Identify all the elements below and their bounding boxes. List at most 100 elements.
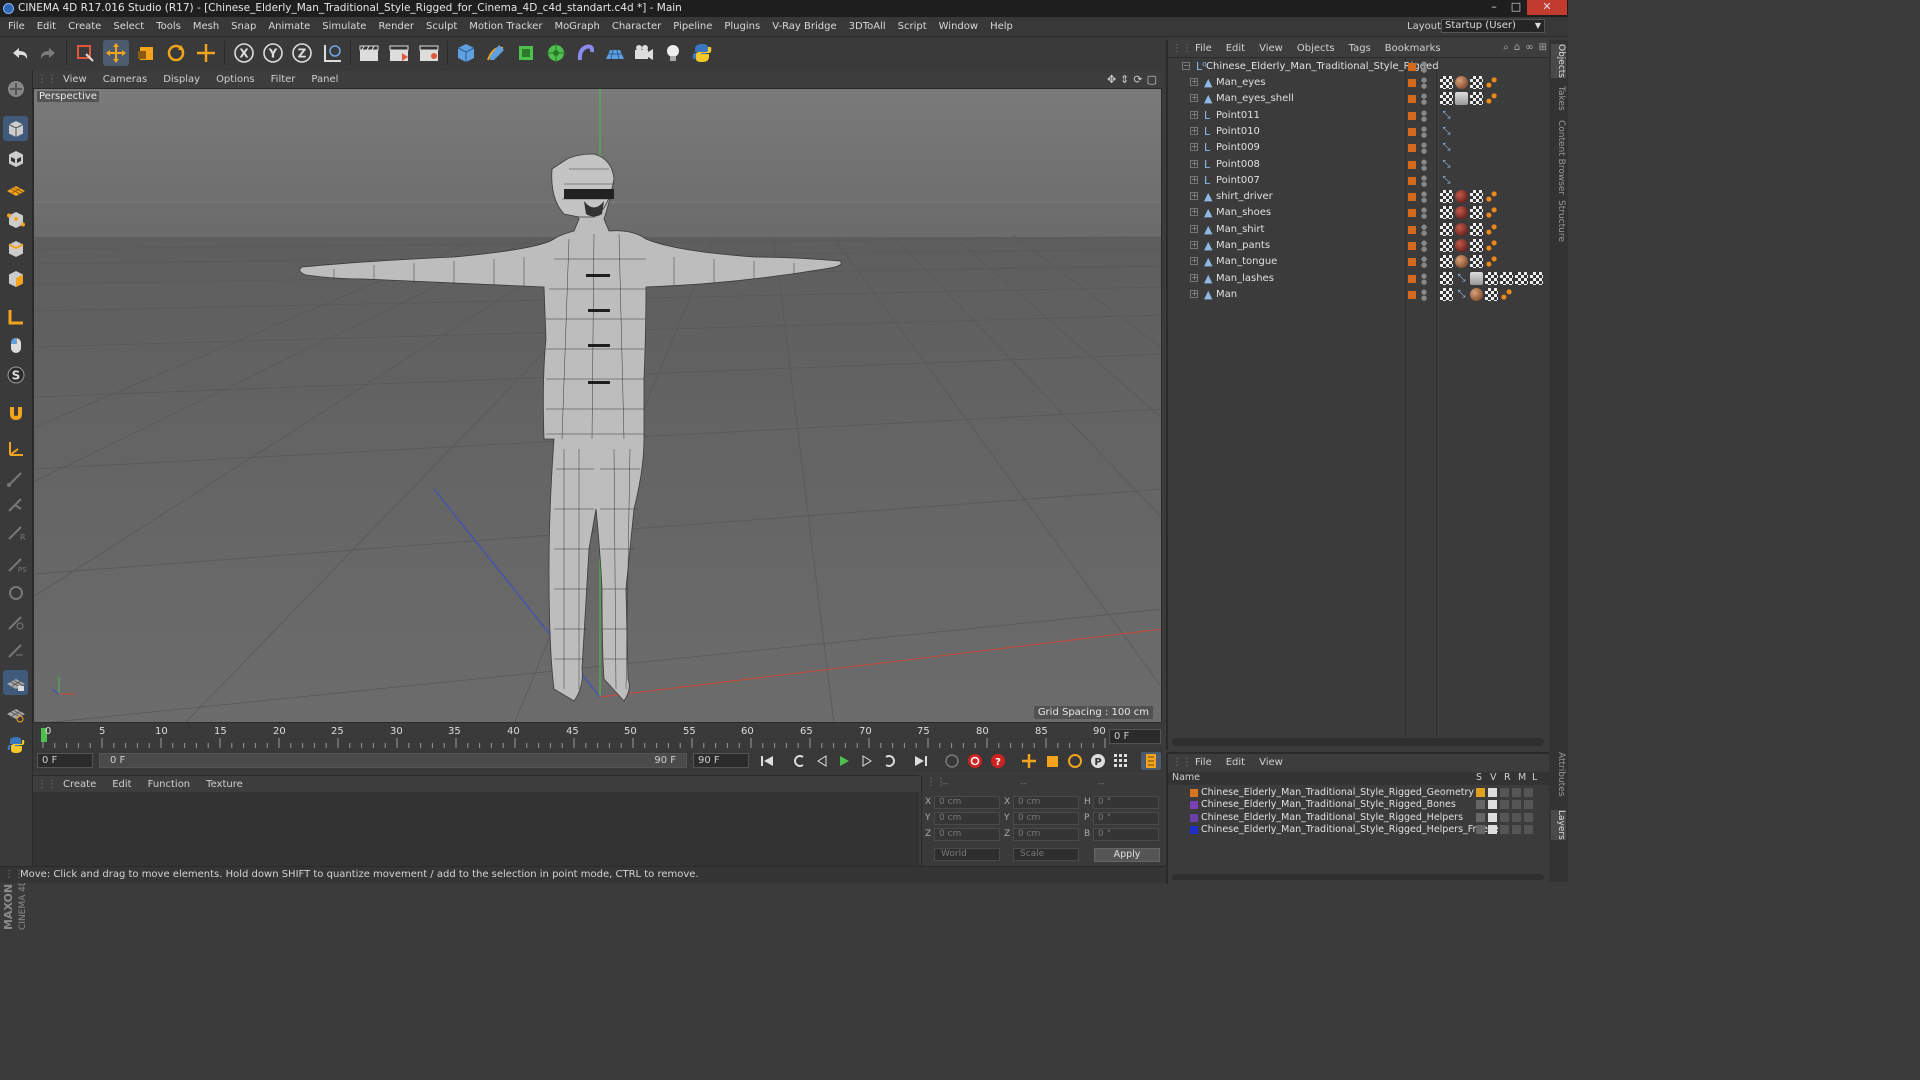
- tree-row-object[interactable]: + ▲ Man_lashes ● ● ⤡: [1168, 271, 1551, 287]
- constraint-tag-icon[interactable]: ⤡: [1440, 109, 1453, 122]
- magnet-tool-button[interactable]: [3, 400, 28, 425]
- layer-view-toggle[interactable]: [1488, 824, 1497, 834]
- constraint-tag-icon[interactable]: ⤡: [1440, 174, 1453, 187]
- search-icon[interactable]: ⌕: [1503, 42, 1509, 53]
- vertex-map-tag-icon[interactable]: [1485, 222, 1498, 236]
- pos-x-field[interactable]: 0 cm: [934, 796, 1000, 809]
- texture-tag-icon[interactable]: [1470, 255, 1483, 269]
- tree-row-object[interactable]: + ▲ shirt_driver ● ●: [1168, 189, 1551, 205]
- coordinate-space-dropdown[interactable]: World: [934, 848, 1000, 861]
- material-menu-edit[interactable]: Edit: [104, 776, 139, 793]
- material-menu-texture[interactable]: Texture: [198, 776, 251, 793]
- viewport-menu-view[interactable]: View: [55, 71, 95, 88]
- constraint-tag-icon[interactable]: ⤡: [1455, 288, 1468, 301]
- add-scene-button[interactable]: [602, 40, 628, 66]
- layer-render-toggle[interactable]: [1500, 800, 1509, 810]
- visibility-dots[interactable]: ● ●: [1421, 272, 1427, 285]
- close-button[interactable]: ✕: [1527, 0, 1567, 15]
- layer-render-toggle[interactable]: [1500, 824, 1509, 834]
- material-menu-create[interactable]: Create: [55, 776, 104, 793]
- menu-vray-bridge[interactable]: V-Ray Bridge: [766, 17, 842, 36]
- texture-tag-icon[interactable]: [1440, 255, 1453, 269]
- tab-objects[interactable]: Objects: [1551, 44, 1566, 79]
- texture-tag-icon[interactable]: [1440, 206, 1453, 220]
- tree-row-object[interactable]: + L Point008 ● ● ⤡: [1168, 157, 1551, 173]
- material-tag-icon[interactable]: [1455, 206, 1468, 220]
- tree-row-object[interactable]: + ▲ Man_pants ● ●: [1168, 238, 1551, 254]
- tab-layers[interactable]: Layers: [1551, 810, 1566, 840]
- material-list-area[interactable]: [33, 792, 919, 866]
- menu-3dtoall[interactable]: 3DToAll: [843, 17, 892, 36]
- model-mode-button[interactable]: [3, 116, 28, 141]
- preview-range-slider[interactable]: 0 F 90 F: [99, 753, 687, 768]
- pos-y-field[interactable]: 0 cm: [934, 812, 1000, 825]
- texture-tag-icon[interactable]: [1440, 76, 1453, 89]
- workplane-mode-button[interactable]: [3, 176, 28, 201]
- visibility-dots[interactable]: ● ●: [1421, 223, 1427, 236]
- constraint-tag-icon[interactable]: ⤡: [1440, 125, 1453, 138]
- apply-button[interactable]: Apply: [1094, 848, 1160, 862]
- layer-view-toggle[interactable]: [1488, 800, 1497, 810]
- next-key-button[interactable]: [880, 752, 900, 770]
- tree-row-object[interactable]: + ▲ Man_shirt ● ●: [1168, 222, 1551, 238]
- material-tag-icon[interactable]: [1455, 76, 1468, 89]
- new-window-icon[interactable]: ⊞: [1539, 42, 1547, 53]
- perspective-viewport[interactable]: Perspective Grid Spacing : 100 cm: [33, 88, 1162, 723]
- make-editable-button[interactable]: [3, 76, 28, 101]
- constraint-tag-icon[interactable]: ⤡: [1455, 272, 1468, 285]
- expand-toggle[interactable]: +: [1190, 78, 1198, 86]
- viewport-menu-display[interactable]: Display: [155, 71, 208, 88]
- layer-color-swatch[interactable]: [1190, 789, 1198, 797]
- size-z-field[interactable]: 0 cm: [1013, 828, 1079, 841]
- go-to-start-button[interactable]: [757, 752, 777, 770]
- viewport-menu-panel[interactable]: Panel: [303, 71, 346, 88]
- material-tag-icon[interactable]: [1455, 92, 1468, 106]
- layer-solo-toggle[interactable]: [1476, 800, 1485, 810]
- layer-color-swatch[interactable]: [1190, 813, 1198, 822]
- go-to-end-button[interactable]: [911, 752, 931, 770]
- rig-tool-button[interactable]: R: [3, 520, 28, 545]
- expand-toggle[interactable]: +: [1190, 143, 1198, 152]
- texture-tag-icon[interactable]: [1470, 206, 1483, 220]
- vertex-map-tag-icon[interactable]: [1485, 239, 1498, 252]
- layer-solo-toggle[interactable]: [1476, 824, 1485, 834]
- render-view-button[interactable]: [356, 40, 382, 66]
- rot-h-field[interactable]: 0 °: [1093, 796, 1159, 809]
- add-nurbs-button[interactable]: [513, 40, 539, 66]
- vertex-map-tag-icon[interactable]: [1485, 255, 1498, 269]
- record-motion-button[interactable]: [942, 752, 962, 770]
- layer-lock-toggle[interactable]: [1524, 788, 1533, 797]
- layer-lock-toggle[interactable]: [1524, 812, 1533, 822]
- viewport-menu-cameras[interactable]: Cameras: [95, 71, 155, 88]
- expand-toggle[interactable]: +: [1190, 257, 1198, 266]
- menu-plugins[interactable]: Plugins: [718, 17, 766, 36]
- material-tag-icon[interactable]: [1470, 271, 1483, 285]
- material-tag-icon[interactable]: [1470, 287, 1483, 301]
- size-mode-dropdown[interactable]: Scale: [1013, 848, 1079, 861]
- menu-script[interactable]: Script: [892, 17, 933, 36]
- key-rotation-button[interactable]: [1065, 752, 1085, 770]
- constraint-tag-icon[interactable]: ⤡: [1440, 158, 1453, 171]
- visibility-dots[interactable]: ● ●: [1421, 174, 1427, 187]
- expand-toggle[interactable]: +: [1190, 208, 1198, 217]
- layer-manager-toggle[interactable]: [1512, 800, 1521, 810]
- current-frame-field[interactable]: 0 F: [1109, 729, 1161, 744]
- visibility-dots[interactable]: ● ●: [1421, 142, 1427, 155]
- tree-row-root[interactable]: − L⁰ Chinese_Elderly_Man_Traditional_Sty…: [1168, 59, 1551, 75]
- layer-render-toggle[interactable]: [1500, 812, 1509, 822]
- layer-lock-toggle[interactable]: [1524, 824, 1533, 834]
- visibility-dots[interactable]: ● ●: [1421, 191, 1427, 204]
- bind-tool-button[interactable]: [3, 610, 28, 635]
- layers-menu-edit[interactable]: Edit: [1219, 754, 1252, 771]
- vertex-map-tag-icon[interactable]: [1485, 92, 1498, 106]
- menu-mesh[interactable]: Mesh: [187, 17, 225, 36]
- layers-menu-view[interactable]: View: [1252, 754, 1290, 771]
- texture-tag-icon[interactable]: [1440, 222, 1453, 236]
- expand-toggle[interactable]: +: [1190, 241, 1198, 249]
- visibility-dots[interactable]: ● ●: [1421, 93, 1427, 106]
- add-cube-button[interactable]: [453, 40, 479, 66]
- rot-b-field[interactable]: 0 °: [1093, 828, 1159, 841]
- tab-attributes[interactable]: Attributes: [1551, 752, 1566, 796]
- material-tag-icon[interactable]: [1455, 190, 1468, 204]
- pos-z-field[interactable]: 0 cm: [934, 828, 1000, 841]
